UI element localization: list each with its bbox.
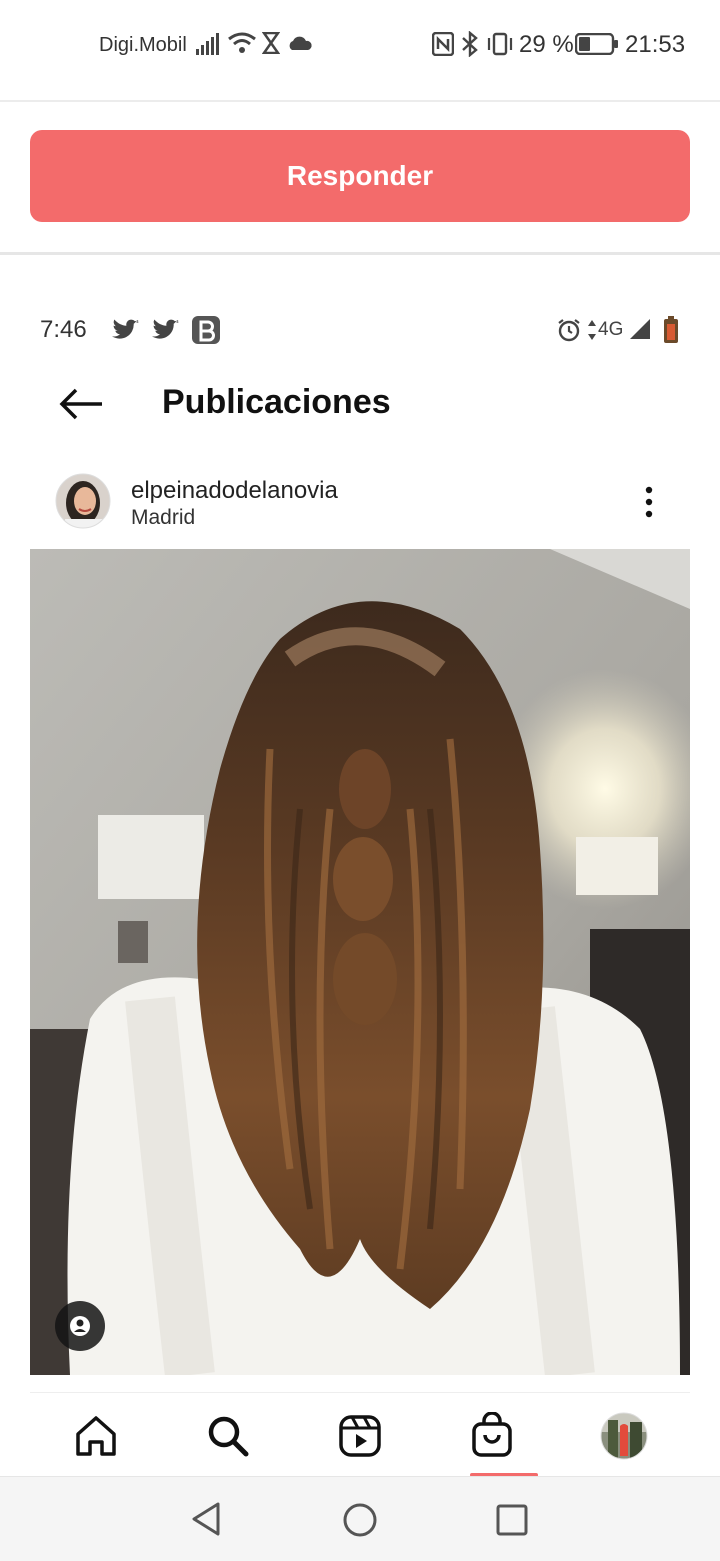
user-icon (70, 1316, 90, 1336)
hourglass-icon (262, 32, 280, 54)
signal-icon (196, 33, 219, 55)
battery-icon (575, 33, 618, 55)
shop-icon[interactable] (470, 1412, 514, 1458)
network-type: 4G (598, 319, 624, 340)
respond-button[interactable]: Responder (30, 130, 690, 222)
more-options-icon[interactable] (643, 485, 655, 519)
inner-status-time: 7:46 (40, 316, 87, 343)
twitter-icon (112, 319, 139, 339)
back-icon[interactable] (190, 1501, 222, 1537)
page-title: Publicaciones (162, 383, 391, 421)
home-circle-icon[interactable] (342, 1502, 378, 1538)
alarm-icon (558, 319, 580, 342)
wifi-icon (228, 32, 256, 53)
vibrate-icon (487, 32, 513, 56)
nfc-icon (432, 32, 454, 56)
data-arrows-icon (588, 320, 596, 340)
search-icon[interactable] (206, 1414, 250, 1458)
reels-icon[interactable] (338, 1414, 382, 1458)
avatar[interactable] (55, 473, 111, 529)
b-app-icon (192, 316, 220, 344)
cloud-icon (289, 36, 312, 50)
respond-section: Responder (0, 102, 720, 255)
system-status-bar: Digi.Mobil 29 % 21:53 (0, 0, 720, 102)
tagged-user-button[interactable] (55, 1301, 105, 1351)
post-image[interactable] (30, 549, 690, 1375)
carrier-label: Digi.Mobil (99, 34, 187, 56)
clock: 21:53 (625, 31, 686, 58)
home-icon[interactable] (74, 1414, 118, 1458)
bluetooth-icon (462, 31, 478, 57)
battery-charging-icon (664, 316, 678, 343)
twitter-icon (152, 319, 179, 339)
battery-percentage: 29 % (519, 31, 574, 58)
cell-signal-icon (630, 319, 650, 339)
recents-icon[interactable] (496, 1504, 528, 1536)
post-username[interactable]: elpeinadodelanovia (131, 477, 338, 505)
post-location[interactable]: Madrid (131, 506, 195, 530)
back-arrow-icon[interactable] (58, 388, 104, 420)
profile-avatar[interactable] (600, 1412, 648, 1460)
